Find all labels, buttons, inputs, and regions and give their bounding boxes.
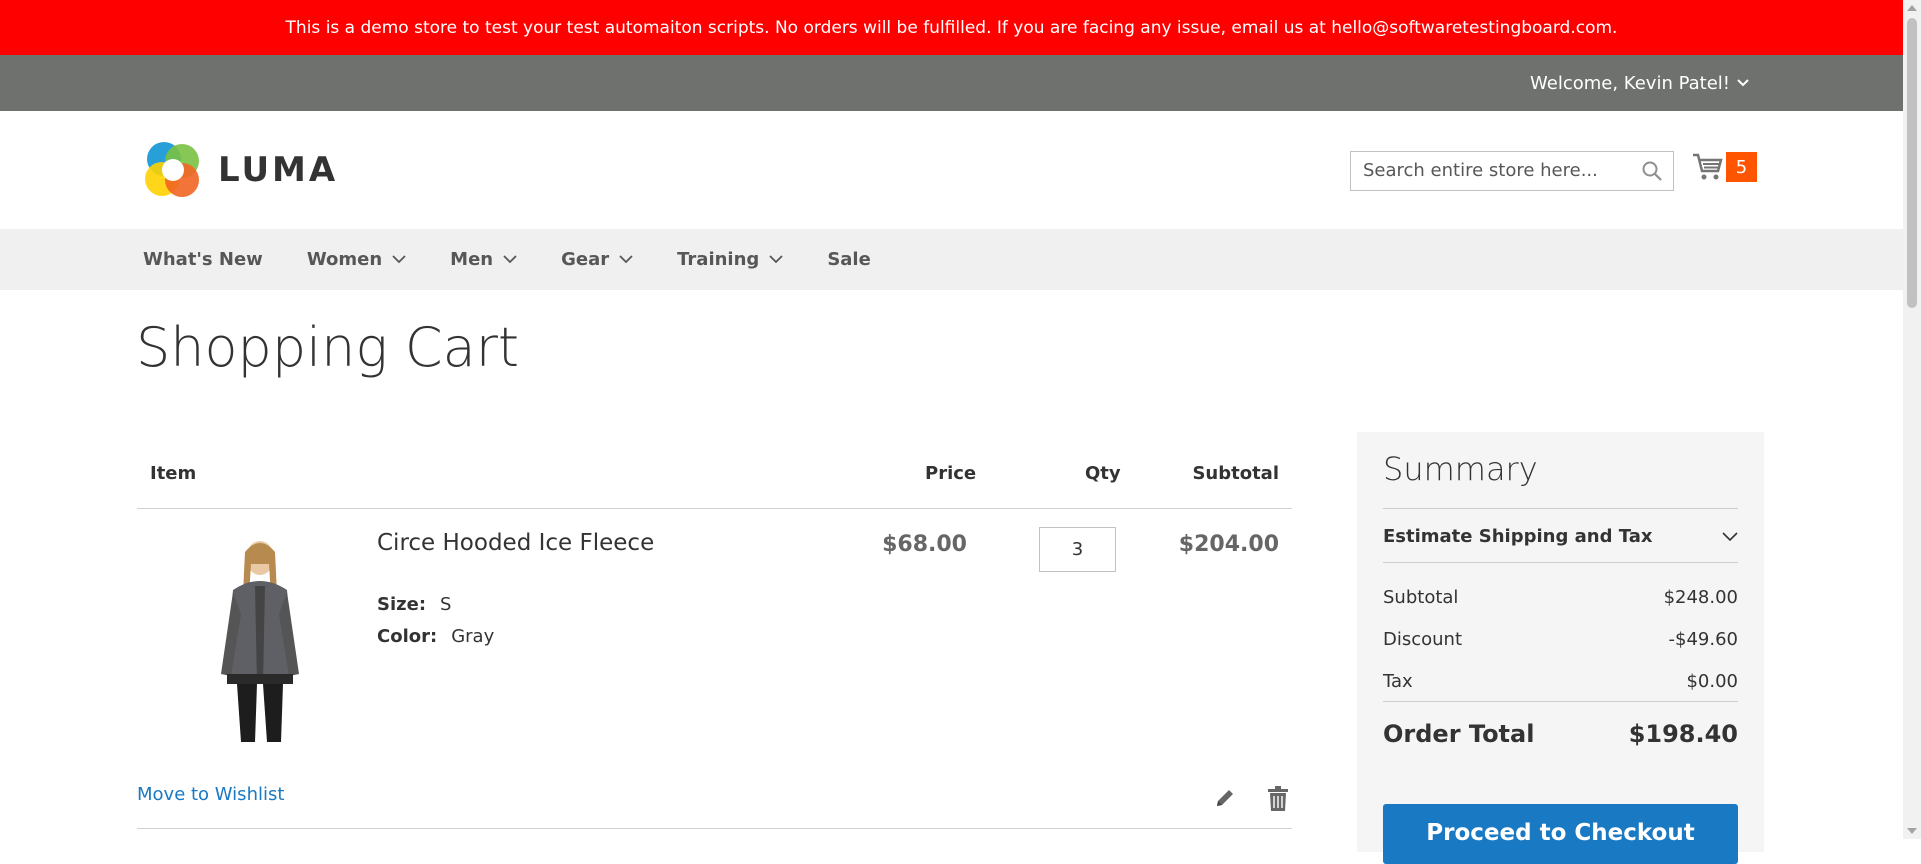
summary-row-tax: Tax $0.00: [1383, 671, 1738, 692]
column-header-item: Item: [150, 463, 197, 484]
cart-summary: Summary Estimate Shipping and Tax Subtot…: [1357, 432, 1764, 864]
pencil-icon[interactable]: [1213, 786, 1237, 814]
welcome-text: Welcome, Kevin Patel!: [1530, 72, 1730, 94]
summary-row-discount: Discount -$49.60: [1383, 629, 1738, 650]
luma-logo[interactable]: LUMA: [142, 139, 338, 201]
order-total-value: $198.40: [1628, 720, 1738, 748]
divider: [137, 828, 1292, 829]
estimate-shipping-toggle[interactable]: Estimate Shipping and Tax: [1383, 526, 1738, 547]
divider: [1383, 508, 1738, 509]
option-label: Size:: [377, 594, 427, 615]
main-navigation: What's New Women Men Gear Training Sale: [0, 229, 1903, 290]
logo-text: LUMA: [218, 150, 339, 190]
chevron-down-icon: [1722, 531, 1738, 541]
search-box: [1350, 151, 1674, 191]
summary-row-value: -$49.60: [1668, 629, 1738, 650]
chevron-down-icon: [619, 255, 633, 264]
scrollbar-thumb[interactable]: [1907, 18, 1917, 308]
cart-count-badge: 5: [1726, 152, 1757, 182]
chevron-down-icon: [1737, 79, 1749, 87]
product-image[interactable]: [185, 534, 335, 746]
option-value: Gray: [451, 626, 495, 647]
summary-row-subtotal: Subtotal $248.00: [1383, 587, 1738, 608]
product-name-link[interactable]: Circe Hooded Ice Fleece: [377, 530, 654, 556]
item-subtotal: $204.00: [1178, 532, 1279, 557]
estimate-shipping-label: Estimate Shipping and Tax: [1383, 526, 1653, 547]
chevron-down-icon: [769, 255, 783, 264]
customer-menu[interactable]: Welcome, Kevin Patel!: [1530, 55, 1750, 111]
nav-label: Women: [306, 249, 383, 270]
column-header-price: Price: [925, 463, 977, 484]
qty-input[interactable]: [1039, 527, 1116, 572]
summary-row-value: $0.00: [1686, 671, 1738, 692]
top-bar: Welcome, Kevin Patel!: [0, 55, 1903, 111]
nav-item-men[interactable]: Men: [450, 249, 517, 270]
chevron-down-icon: [392, 255, 406, 264]
summary-row-label: Discount: [1383, 629, 1463, 650]
trash-icon[interactable]: [1267, 786, 1289, 816]
proceed-to-checkout-button[interactable]: Proceed to Checkout: [1383, 804, 1738, 864]
scroll-up-icon[interactable]: [1907, 5, 1917, 11]
demo-notice-text: This is a demo store to test your test a…: [285, 17, 1618, 38]
site-header: LUMA 5: [0, 111, 1903, 229]
nav-item-whats-new[interactable]: What's New: [143, 249, 263, 270]
search-input[interactable]: [1351, 152, 1645, 188]
summary-row-label: Tax: [1383, 671, 1413, 692]
nav-item-training[interactable]: Training: [677, 249, 783, 270]
nav-item-women[interactable]: Women: [307, 249, 406, 270]
nav-label: What's New: [143, 249, 263, 270]
order-total: Order Total $198.40: [1383, 720, 1738, 748]
page-title: Shopping Cart: [136, 316, 520, 379]
scroll-down-icon[interactable]: [1907, 828, 1917, 834]
luma-logo-mark: [145, 142, 199, 197]
search-icon[interactable]: [1641, 160, 1663, 186]
nav-label: Training: [677, 249, 760, 270]
product-option-size: Size: S: [377, 594, 451, 615]
nav-item-sale[interactable]: Sale: [827, 249, 871, 270]
column-header-subtotal: Subtotal: [1192, 463, 1279, 484]
option-label: Color:: [377, 626, 438, 647]
order-total-label: Order Total: [1383, 720, 1535, 748]
summary-title: Summary: [1383, 450, 1538, 488]
divider: [1383, 701, 1738, 702]
minicart-button[interactable]: 5: [1692, 152, 1757, 182]
nav-item-gear[interactable]: Gear: [561, 249, 633, 270]
column-header-qty: Qty: [1085, 463, 1121, 484]
chevron-down-icon: [503, 255, 517, 264]
divider: [1383, 562, 1738, 563]
page-scrollbar[interactable]: [1903, 0, 1921, 839]
nav-label: Gear: [561, 249, 610, 270]
cart-icon: [1693, 153, 1723, 180]
divider: [137, 508, 1292, 509]
demo-notice-banner: This is a demo store to test your test a…: [0, 0, 1903, 55]
product-option-color: Color: Gray: [377, 626, 494, 647]
summary-row-label: Subtotal: [1383, 587, 1459, 608]
nav-label: Sale: [827, 249, 871, 270]
summary-row-value: $248.00: [1663, 587, 1738, 608]
item-price: $68.00: [882, 532, 967, 557]
option-value: S: [440, 594, 452, 615]
nav-label: Men: [450, 249, 494, 270]
move-to-wishlist-link[interactable]: Move to Wishlist: [137, 784, 284, 805]
